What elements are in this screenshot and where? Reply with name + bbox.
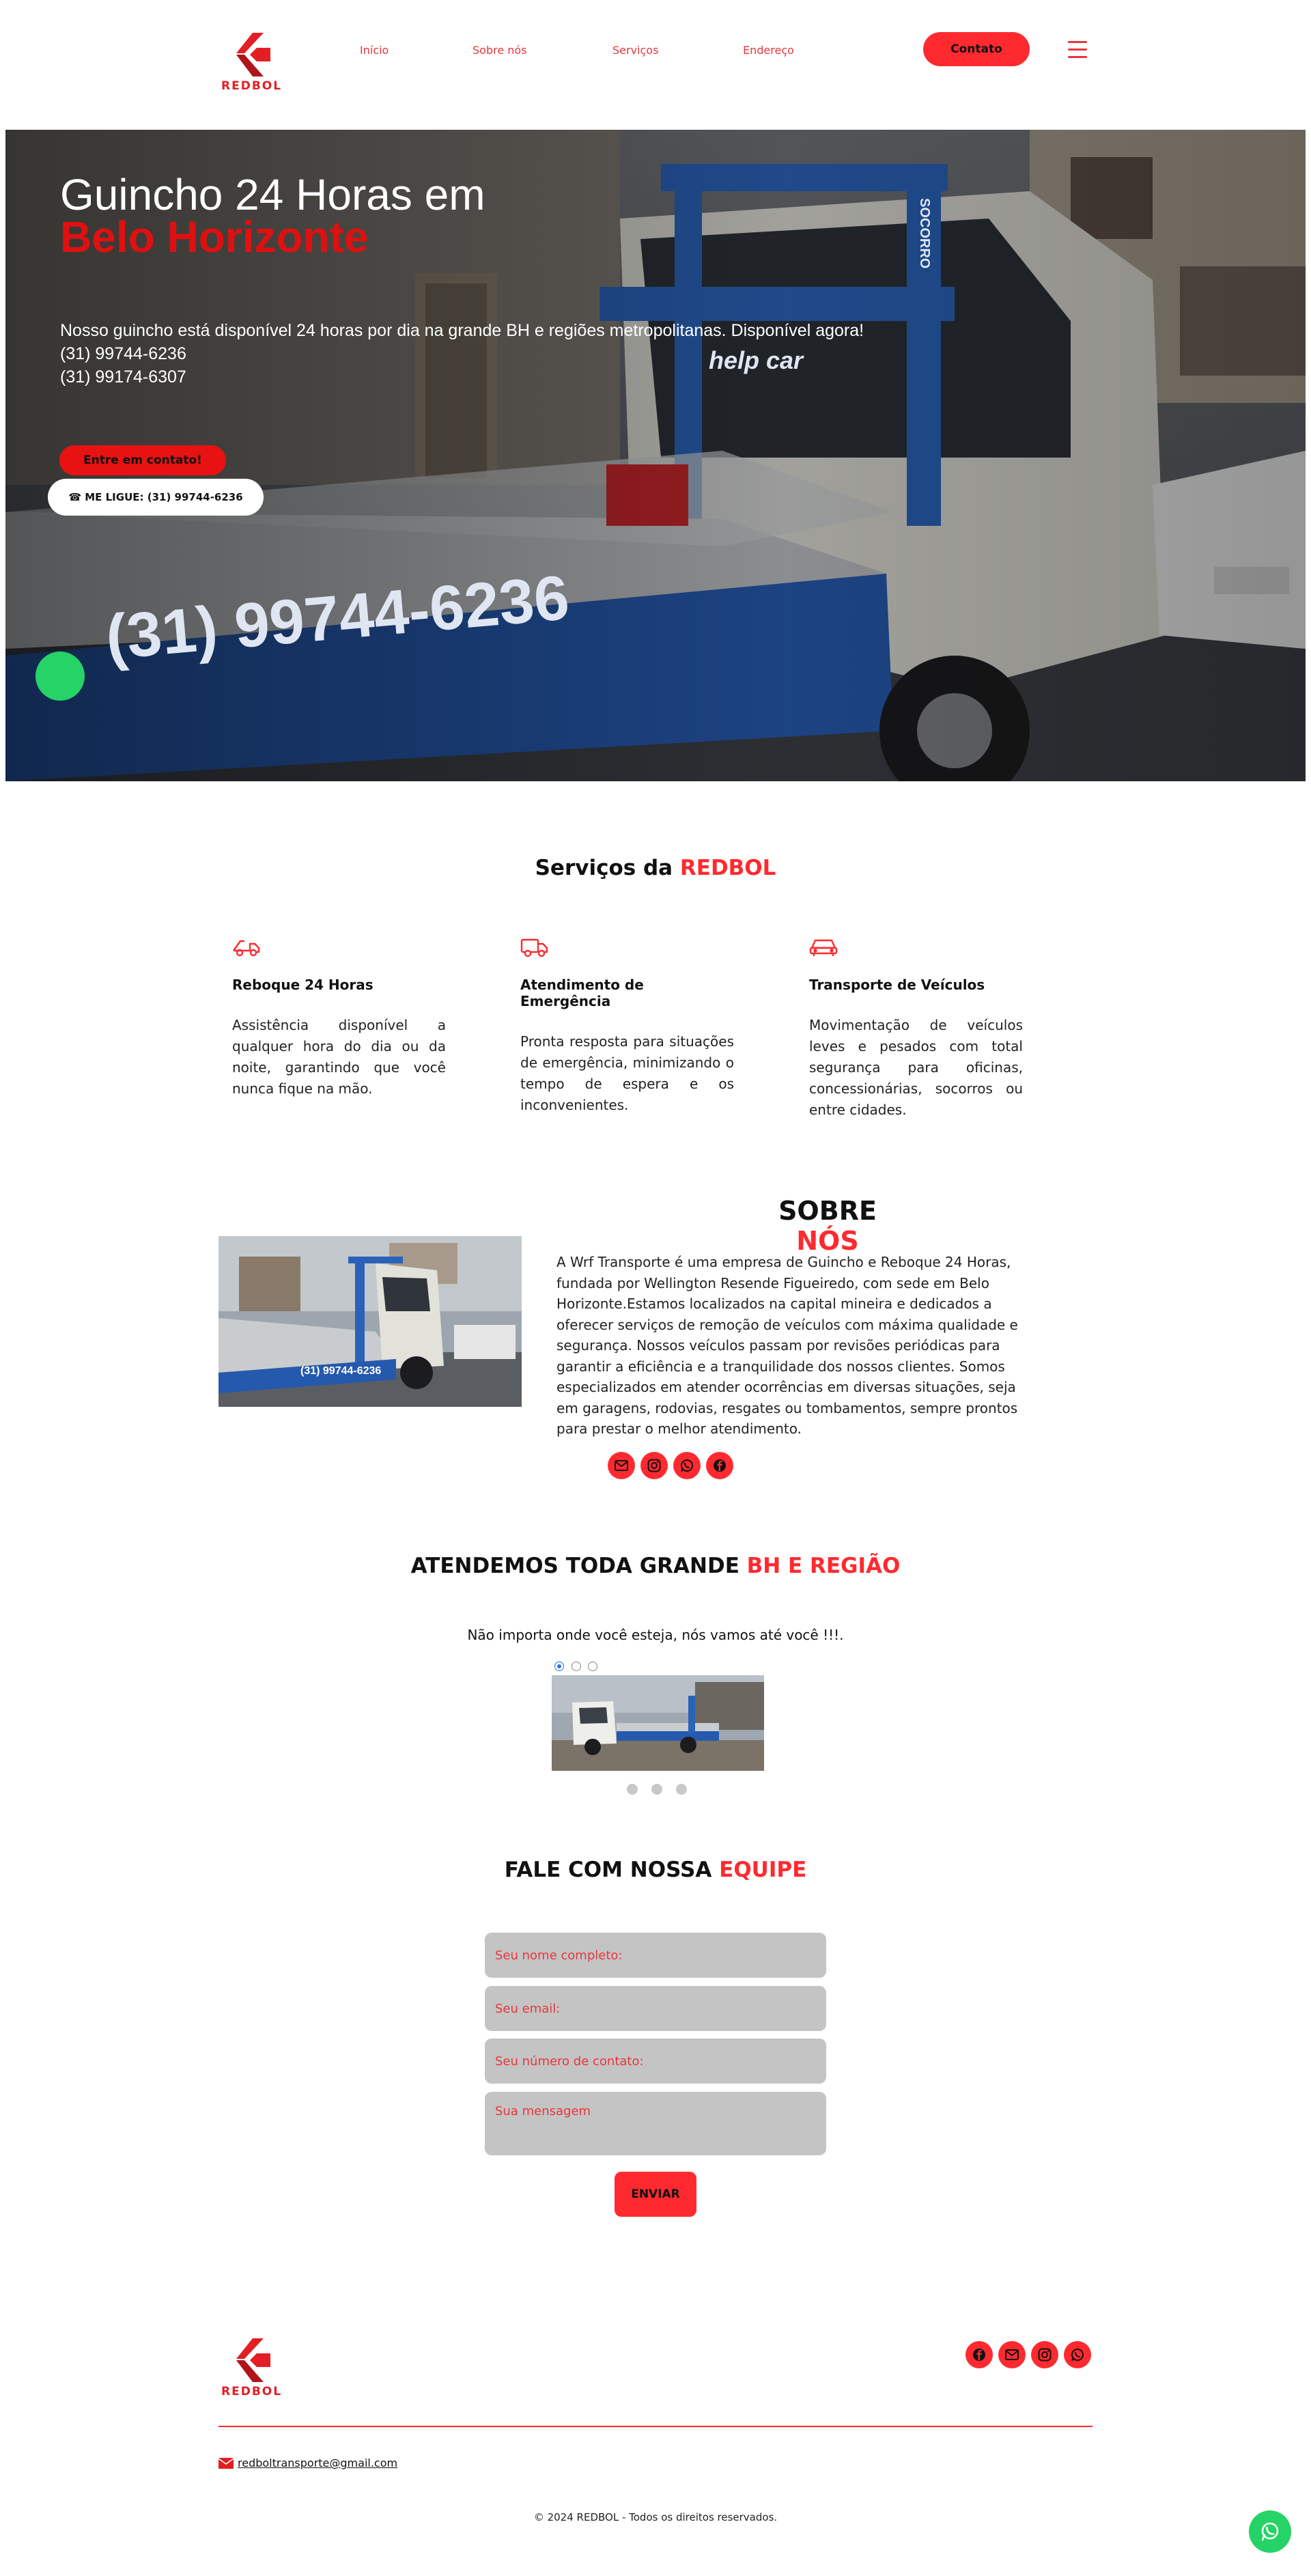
instagram-icon[interactable] [640, 1452, 668, 1479]
footer-email: redboltransporte@gmail.com [218, 2456, 397, 2469]
footer-brand-name: REDBOL [221, 2385, 283, 2398]
nav-sobre-nos[interactable]: Sobre nós [473, 44, 527, 57]
nav-servicos[interactable]: Serviços [612, 44, 658, 57]
carousel-dot-1[interactable] [627, 1784, 638, 1795]
service-card: Transporte de Veículos Movimentação de v… [809, 937, 1023, 1121]
whatsapp-icon[interactable] [1064, 2341, 1091, 2368]
whatsapp-icon [1261, 2522, 1279, 2541]
copyright-text: © 2024 REDBOL - Todos os direitos reserv… [533, 2511, 778, 2523]
footer-divider [218, 2426, 1092, 2427]
service-card: Reboque 24 Horas Assistência disponível … [232, 937, 446, 1100]
carousel-radio-1[interactable] [554, 1662, 564, 1671]
phone-field[interactable] [485, 2039, 826, 2084]
brand-logo[interactable]: REDBOL [221, 33, 282, 93]
name-field[interactable] [485, 1933, 826, 1978]
service-text: Pronta resposta para situações de emergê… [520, 1033, 734, 1113]
hero-phone-1: (31) 99744-6236 [60, 344, 186, 363]
service-title: Reboque 24 Horas [232, 977, 373, 993]
hero-section: (31) 99744-6236 help car SOCORRO Guincho… [5, 130, 1306, 781]
truck-brand-text: help car [709, 346, 804, 374]
about-title: SOBRE NÓS [778, 1196, 877, 1256]
nav-inicio[interactable]: Início [360, 44, 389, 57]
region-subtitle: Não importa onde você esteja, nós vamos … [467, 1627, 844, 1643]
call-me-button[interactable]: ☎ ME LIGUE: (31) 99744-6236 [48, 479, 264, 516]
send-button[interactable]: ENVIAR [615, 2172, 696, 2217]
footer-social-links [965, 2341, 1091, 2368]
car-icon [809, 939, 838, 956]
service-card: Atendimento de Emergência Pronta respost… [520, 937, 734, 1116]
service-title: Transporte de Veículos [809, 977, 985, 993]
whatsapp-float-button[interactable] [1249, 2510, 1291, 2553]
tow-truck-icon [233, 940, 260, 957]
email-field[interactable] [485, 1986, 826, 2031]
truck-icon [520, 938, 548, 957]
email-link[interactable]: redboltransporte@gmail.com [238, 2456, 397, 2469]
carousel-slide-image [552, 1675, 764, 1771]
message-field[interactable] [485, 2092, 826, 2155]
about-text: A Wrf Transporte é uma empresa de Guinch… [556, 1254, 1018, 1437]
instagram-icon[interactable] [1031, 2341, 1058, 2368]
contact-title: FALE COM NOSSA EQUIPE [504, 1858, 807, 1882]
about-social-links [608, 1452, 733, 1479]
nav-endereco[interactable]: Endereço [743, 44, 794, 57]
brand-logo-mark [236, 33, 270, 76]
contact-button[interactable]: Contato [923, 32, 1030, 66]
carousel-dot-2[interactable] [651, 1784, 662, 1795]
service-title: Atendimento de Emergência [520, 977, 644, 1009]
mail-icon[interactable] [608, 1452, 635, 1479]
site-header: REDBOL Início Sobre nós Serviços Endereç… [0, 0, 1311, 130]
truck-side-text: SOCORRO [917, 198, 932, 268]
envelope-icon [218, 2457, 234, 2469]
carousel-radio-3[interactable] [588, 1662, 597, 1671]
whatsapp-icon[interactable] [673, 1452, 701, 1479]
about-truck-image: (31) 99744-6236 [218, 1236, 522, 1407]
footer-logo-mark [236, 2338, 270, 2382]
hero-phone-2: (31) 99174-6307 [60, 367, 186, 387]
carousel-radio-2[interactable] [572, 1662, 581, 1671]
hero-description: Nosso guincho está disponível 24 horas p… [60, 321, 864, 340]
footer-logo[interactable]: REDBOL [221, 2338, 282, 2398]
service-text: Assistência disponível a qualquer hora d… [232, 1017, 446, 1097]
mail-icon[interactable] [998, 2341, 1026, 2368]
contact-cta-button[interactable]: Entre em contato! [59, 445, 226, 475]
brand-name: REDBOL [221, 79, 283, 93]
facebook-icon[interactable] [965, 2341, 993, 2368]
facebook-icon[interactable] [706, 1452, 733, 1479]
hero-title-accent: Belo Horizonte [60, 212, 369, 262]
carousel-dot-3[interactable] [676, 1784, 687, 1795]
service-text: Movimentação de veículos leves e pesados… [809, 1017, 1023, 1118]
svg-text:(31) 99744-6236: (31) 99744-6236 [300, 1365, 381, 1377]
services-title: Serviços da REDBOL [535, 856, 776, 880]
region-title: ATENDEMOS TODA GRANDE BH E REGIÃO [410, 1554, 901, 1578]
menu-icon[interactable] [1068, 41, 1087, 59]
